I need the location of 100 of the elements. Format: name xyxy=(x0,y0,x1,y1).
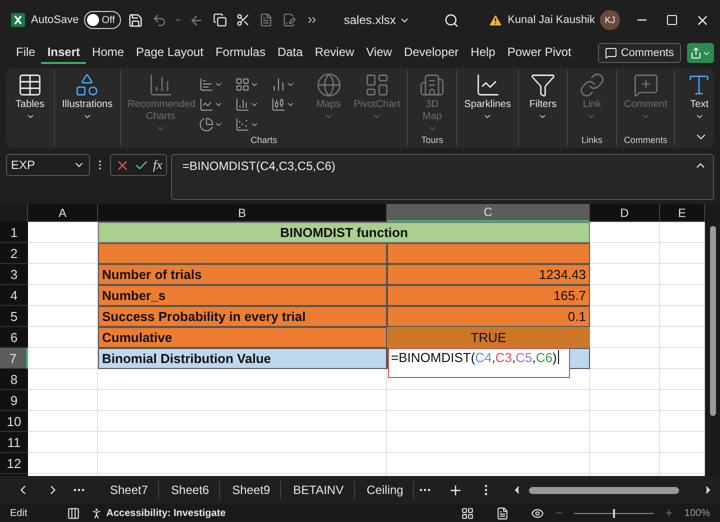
table-cell xyxy=(28,432,98,453)
file-name-button[interactable]: sales.xlsx xyxy=(338,12,416,28)
row-header[interactable]: 6 xyxy=(0,327,28,348)
row-header[interactable]: 11 xyxy=(0,432,28,453)
shapes-icon xyxy=(74,72,100,98)
name-box[interactable]: EXP xyxy=(6,154,90,176)
column-header[interactable]: E xyxy=(660,204,705,222)
autosave-toggle[interactable]: Off xyxy=(84,11,121,29)
menu-tab[interactable]: View xyxy=(360,42,398,64)
table-cell xyxy=(28,285,98,306)
menu-tab[interactable]: Review xyxy=(308,42,360,64)
table-cell xyxy=(590,264,660,285)
chevron-down-icon xyxy=(428,124,437,133)
share-icon xyxy=(690,47,702,59)
menu-tab[interactable]: Page Layout xyxy=(130,42,210,64)
table-cell xyxy=(590,222,660,243)
sheet-tab[interactable]: Sheet9 xyxy=(222,481,282,499)
zoom-slider[interactable] xyxy=(574,508,654,518)
table-cell xyxy=(660,285,705,306)
row-header[interactable]: 12 xyxy=(0,453,28,474)
autosave-label: AutoSave xyxy=(31,14,79,26)
row-header[interactable]: 2 xyxy=(0,243,28,264)
menu-tab[interactable]: Insert xyxy=(41,42,86,64)
row-header[interactable]: 7 xyxy=(0,348,28,369)
page-layout-icon[interactable] xyxy=(496,506,510,520)
menu-tab[interactable]: Help xyxy=(464,42,502,64)
menu-tab[interactable]: Data xyxy=(271,42,309,64)
menu-tab[interactable]: Power Pivot xyxy=(501,42,578,64)
sheet-tab[interactable]: Ceiling xyxy=(356,481,414,499)
table-cell: Binomial Distribution Value xyxy=(98,348,387,369)
ribbon-button[interactable]: Filters xyxy=(522,70,563,134)
table-cell xyxy=(590,306,660,327)
table-cell xyxy=(28,411,98,432)
mode-status: Edit xyxy=(10,508,28,518)
chevron-down-icon[interactable] xyxy=(174,16,182,24)
waterfall-chart-icon xyxy=(270,76,286,92)
link-icon xyxy=(578,72,605,98)
table-cell xyxy=(590,432,660,453)
column-header[interactable]: C xyxy=(387,204,590,222)
copy-icon[interactable] xyxy=(210,11,229,29)
menu-tab[interactable]: Home xyxy=(86,42,130,64)
row-header[interactable]: 10 xyxy=(0,411,28,432)
column-header[interactable]: A xyxy=(28,204,98,222)
chevron-down-icon xyxy=(694,112,704,121)
cell-editor[interactable]: =BINOMDIST(C4,C3,C5,C6) xyxy=(388,348,570,378)
scatter-chart-icon xyxy=(234,116,250,132)
bar-chart-icon xyxy=(148,72,174,98)
buildings-icon xyxy=(419,72,446,98)
formula-field[interactable]: =BINOMDIST(C4,C3,C5,C6) xyxy=(171,154,714,200)
row-header[interactable]: 5 xyxy=(0,306,28,327)
table-cell xyxy=(28,348,98,369)
table-cell: Number_s xyxy=(98,285,387,306)
ribbon-button[interactable]: Sparklines xyxy=(461,70,514,134)
share-button[interactable] xyxy=(687,43,714,63)
row-header[interactable]: 9 xyxy=(0,390,28,411)
table-cell xyxy=(660,453,705,474)
row-header[interactable]: 4 xyxy=(0,285,28,306)
zoom-in-icon[interactable] xyxy=(664,508,674,518)
menu-tab[interactable]: File xyxy=(10,42,42,64)
menu-tab[interactable]: Formulas xyxy=(209,42,272,64)
table-cell xyxy=(660,222,705,243)
row-header[interactable]: 8 xyxy=(0,369,28,390)
normal-view-icon[interactable] xyxy=(461,506,474,520)
row-header[interactable]: 3 xyxy=(0,264,28,285)
chevron-down-icon xyxy=(587,112,596,121)
comments-button[interactable]: Comments xyxy=(598,43,681,63)
ribbon-button[interactable]: Illustrations xyxy=(59,70,116,134)
table-cell: 165.7 xyxy=(387,285,590,306)
table-cell: BINOMDIST function xyxy=(98,222,590,243)
chevron-down-icon xyxy=(82,112,92,121)
table-cell xyxy=(660,390,705,411)
sheet-tab[interactable]: BETAINV xyxy=(283,481,355,499)
table-cell xyxy=(28,222,98,243)
column-header[interactable]: B xyxy=(98,204,387,222)
table-cell xyxy=(660,432,705,453)
table-cell xyxy=(590,327,660,348)
table-cell xyxy=(660,369,705,390)
chevron-down-icon xyxy=(483,112,492,121)
group-label: Charts xyxy=(250,134,278,146)
table-cell xyxy=(590,390,660,411)
comment-icon xyxy=(604,47,617,59)
table-cell: Number of trials xyxy=(98,264,387,285)
row-header[interactable]: 1 xyxy=(0,222,28,243)
ribbon-button[interactable]: Text xyxy=(679,70,720,134)
chevron-down-icon xyxy=(538,112,548,121)
vertical-scrollbar[interactable] xyxy=(705,204,720,476)
insert-function-button[interactable]: fx xyxy=(153,157,162,173)
table-cell xyxy=(660,348,705,369)
bar-chart-icon xyxy=(198,76,214,92)
chevron-down-icon xyxy=(641,112,650,121)
accessibility-status[interactable]: Accessibility: Investigate xyxy=(106,508,226,518)
table-cell xyxy=(590,243,660,264)
menu-tab[interactable]: Developer xyxy=(398,42,465,64)
sheet-tab[interactable]: Sheet6 xyxy=(161,481,220,499)
column-header[interactable]: D xyxy=(590,204,660,222)
user-avatar[interactable]: KJ xyxy=(600,10,620,30)
ribbon-button[interactable]: Tables xyxy=(10,70,50,134)
table-cell xyxy=(28,453,98,474)
warning-icon xyxy=(488,12,503,28)
sheet-tab[interactable]: Sheet7 xyxy=(100,481,160,499)
